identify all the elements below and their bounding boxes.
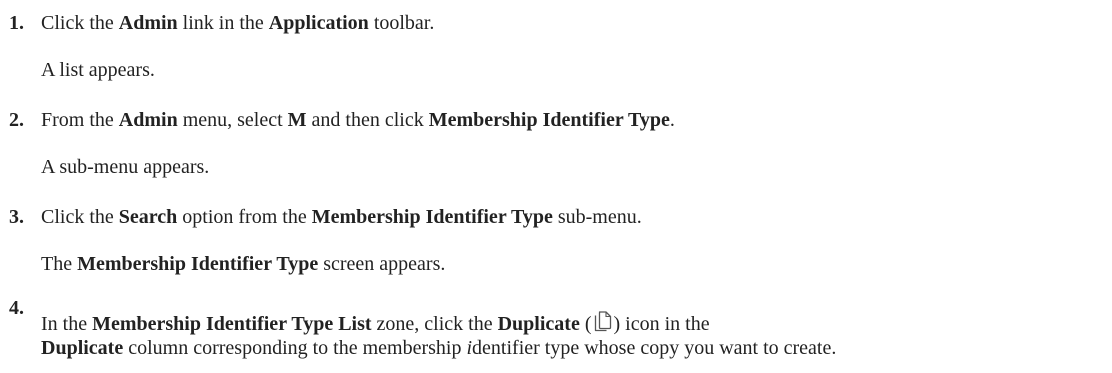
menu-letter-m: M	[287, 109, 307, 131]
step-2-result: A sub-menu appears.	[41, 156, 210, 178]
duplicate-column-label: Duplicate	[41, 337, 124, 359]
membership-identifier-type-submenu-label: Membership Identifier Type	[311, 206, 553, 228]
membership-identifier-type-screen-label: Membership Identifier Type	[77, 253, 319, 275]
step-1-result: A list appears.	[41, 59, 155, 81]
step-1-instruction: Click the Admin link in the Application …	[41, 12, 435, 34]
admin-link-label: Admin	[118, 12, 178, 34]
step-3-instruction: Click the Search option from the Members…	[41, 206, 642, 228]
step-3-number: 3.	[9, 206, 24, 228]
search-option-label: Search	[118, 206, 178, 228]
step-2-instruction: From the Admin menu, select M and then c…	[41, 109, 675, 131]
membership-identifier-type-label: Membership Identifier Type	[428, 109, 670, 131]
step-1-number: 1.	[9, 12, 24, 34]
duplicate-label: Duplicate	[497, 313, 580, 335]
duplicate-icon	[593, 311, 613, 333]
admin-menu-label: Admin	[118, 109, 178, 131]
step-4-instruction-line-2: Duplicate column corresponding to the me…	[41, 337, 837, 359]
application-toolbar-label: Application	[268, 12, 369, 34]
membership-identifier-type-list-label: Membership Identifier Type List	[92, 313, 372, 335]
step-4-instruction-line-1: In the Membership Identifier Type List z…	[41, 311, 710, 335]
step-4-number: 4.	[9, 297, 24, 319]
step-3-result: The Membership Identifier Type screen ap…	[41, 253, 446, 275]
step-2-number: 2.	[9, 109, 24, 131]
